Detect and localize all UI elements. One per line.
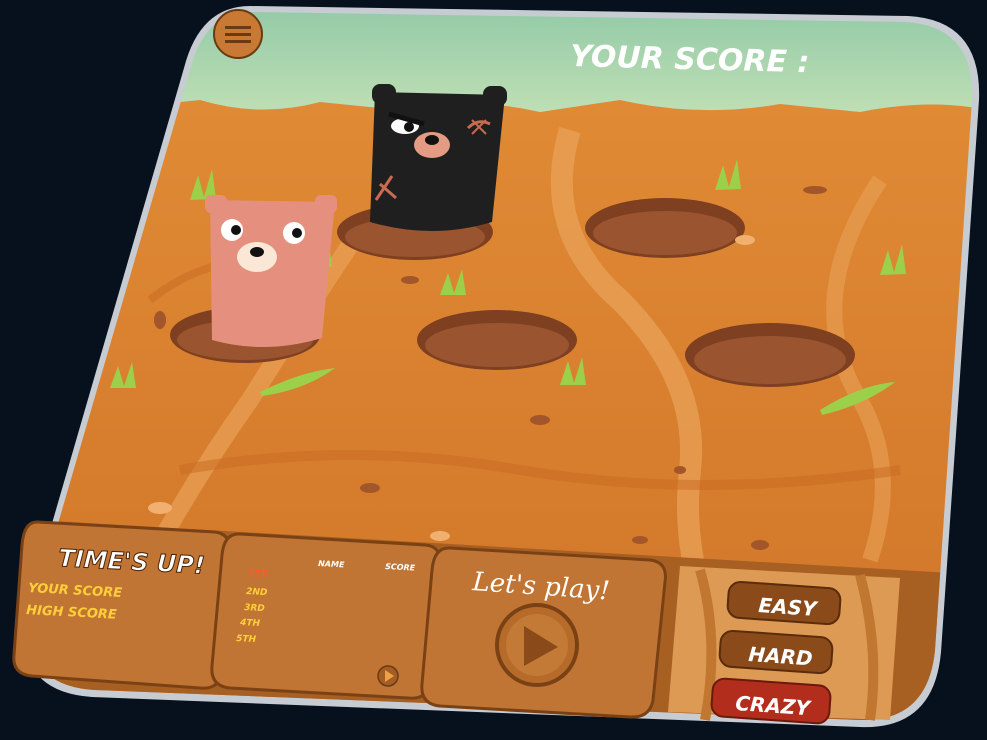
hard-label: HARD <box>748 642 814 670</box>
easy-label: EASY <box>758 593 820 621</box>
pink-mole[interactable] <box>205 194 337 348</box>
hole-4[interactable] <box>417 310 577 370</box>
score-label: YOUR SCORE : <box>570 39 810 80</box>
leaderboard-next-button[interactable] <box>377 665 399 687</box>
leaderboard-panel: NAME SCORE 1ST 2ND 3RD 4TH 5TH <box>210 532 442 700</box>
difficulty-panel: EASY HARD CRAZY <box>668 566 900 725</box>
leaderboard-col-score: SCORE <box>385 562 416 573</box>
hole-3[interactable] <box>585 198 745 258</box>
times-up-panel: TIME'S UP! YOUR SCORE HIGH SCORE <box>12 520 232 690</box>
hard-button[interactable]: HARD <box>718 629 834 675</box>
leaderboard-col-name: NAME <box>318 559 345 569</box>
leaderboard-rank: 3RD <box>244 603 266 614</box>
play-panel: Let's play! <box>420 546 667 719</box>
menu-button[interactable] <box>213 9 263 59</box>
game-board: YOUR SCORE : TIME'S UP! YOUR SCORE HIGH … <box>12 6 980 728</box>
menu-icon <box>225 26 251 43</box>
black-mole[interactable] <box>370 84 507 231</box>
leaderboard-rank: 4TH <box>239 618 261 629</box>
play-button[interactable] <box>495 603 579 687</box>
leaderboard-rank: 2ND <box>246 587 268 598</box>
hole-5[interactable] <box>685 323 855 387</box>
leaderboard-rank: 1ST <box>248 569 268 580</box>
crazy-button[interactable]: CRAZY <box>710 677 832 725</box>
leaderboard-rank: 5TH <box>236 634 257 645</box>
easy-button[interactable]: EASY <box>726 580 842 626</box>
